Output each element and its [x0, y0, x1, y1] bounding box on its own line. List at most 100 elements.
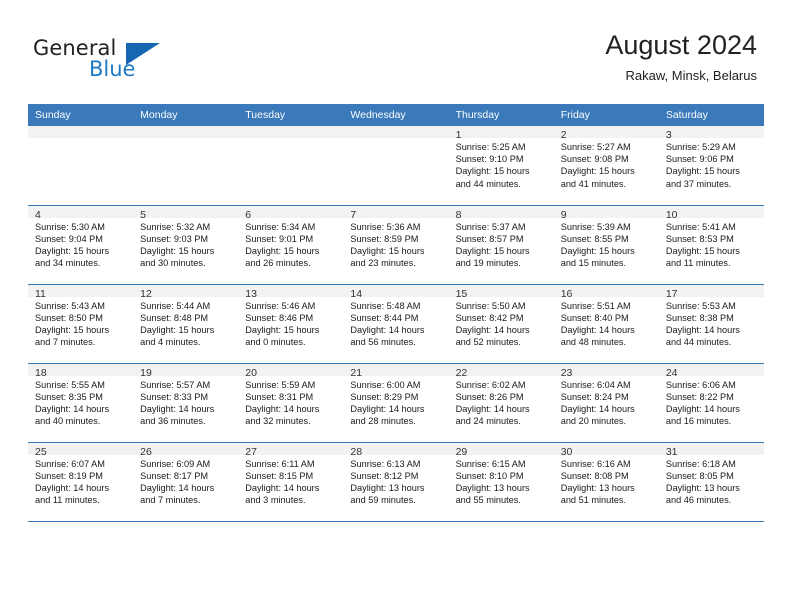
calendar-day-cell[interactable]: 1 Sunrise: 5:25 AM Sunset: 9:10 PM Daylight… — [448, 126, 554, 205]
sunset-text: Sunset: 8:50 PM — [35, 312, 103, 323]
sunrise-text: Sunrise: 5:50 AM — [455, 300, 526, 311]
day-detail: Sunrise: 6:09 AM Sunset: 8:17 PM Daylight:… — [133, 455, 238, 507]
sunrise-text: Sunrise: 5:51 AM — [560, 300, 631, 311]
day-detail: Sunrise: 5:37 AM Sunset: 8:57 PM Daylight:… — [449, 218, 554, 270]
calendar-day-cell[interactable]: 20 Sunrise: 5:59 AM Sunset: 8:31 PM Dayligh… — [238, 362, 344, 442]
day-detail: Sunrise: 5:53 AM Sunset: 8:38 PM Daylight:… — [659, 297, 764, 349]
sunrise-text: Sunrise: 6:13 AM — [350, 458, 421, 469]
sunset-text: Sunset: 8:55 PM — [560, 233, 629, 244]
calendar-day-cell[interactable]: 9 Sunrise: 5:39 AM Sunset: 8:55 PM Daylight… — [553, 204, 659, 284]
calendar-day-cell[interactable]: 25 Sunrise: 6:07 AM Sunset: 8:19 PM Dayligh… — [28, 441, 134, 522]
calendar-day-cell[interactable]: 16 Sunrise: 5:51 AM Sunset: 8:40 PM Dayligh… — [553, 283, 659, 363]
daylight-text-line2: and 7 minutes. — [140, 495, 201, 506]
daylight-text-line1: Daylight: 15 hours — [35, 324, 110, 335]
sunset-text: Sunset: 8:15 PM — [245, 470, 314, 481]
day-number — [28, 126, 134, 138]
daylight-text-line2: and 20 minutes. — [560, 416, 627, 427]
day-detail: Sunrise: 5:50 AM Sunset: 8:42 PM Daylight:… — [449, 297, 554, 349]
calendar-day-cell[interactable]: 3 Sunrise: 5:29 AM Sunset: 9:06 PM Daylight… — [658, 126, 764, 205]
day-number: 1 — [448, 126, 554, 141]
day-number: 26 — [133, 442, 239, 458]
sunrise-text: Sunrise: 5:32 AM — [140, 221, 211, 232]
calendar-day-cell[interactable]: 23 Sunrise: 6:04 AM Sunset: 8:24 PM Dayligh… — [553, 362, 659, 442]
calendar-day-cell[interactable]: 29 Sunrise: 6:15 AM Sunset: 8:10 PM Dayligh… — [448, 441, 554, 522]
day-number: 19 — [133, 363, 239, 379]
daylight-text-line2: and 28 minutes. — [350, 416, 416, 427]
calendar-day-cell[interactable]: 8 Sunrise: 5:37 AM Sunset: 8:57 PM Daylight… — [448, 204, 554, 284]
brand-logo[interactable]: General Blue — [33, 36, 233, 88]
weekday-header-monday: Monday — [133, 104, 239, 126]
calendar-day-cell[interactable]: 21 Sunrise: 6:00 AM Sunset: 8:29 PM Dayligh… — [343, 362, 449, 442]
daylight-text-line1: Daylight: 14 hours — [350, 324, 425, 335]
sunset-text: Sunset: 9:08 PM — [560, 154, 629, 165]
day-number — [343, 126, 449, 138]
daylight-text-line2: and 52 minutes. — [455, 337, 521, 348]
calendar-cell-empty — [133, 126, 239, 205]
weekday-header-wednesday: Wednesday — [343, 104, 449, 126]
day-number: 9 — [553, 205, 659, 221]
calendar-day-cell[interactable]: 13 Sunrise: 5:46 AM Sunset: 8:46 PM Dayligh… — [238, 283, 344, 363]
daylight-text-line1: Daylight: 14 hours — [350, 403, 425, 414]
calendar-day-cell[interactable]: 26 Sunrise: 6:09 AM Sunset: 8:17 PM Dayligh… — [133, 441, 239, 522]
daylight-text-line1: Daylight: 14 hours — [455, 403, 530, 414]
day-detail: Sunrise: 5:32 AM Sunset: 9:03 PM Daylight:… — [133, 218, 238, 270]
calendar-day-cell[interactable]: 27 Sunrise: 6:11 AM Sunset: 8:15 PM Dayligh… — [238, 441, 344, 522]
sunset-text: Sunset: 8:31 PM — [245, 391, 314, 402]
calendar-day-cell[interactable]: 10 Sunrise: 5:41 AM Sunset: 8:53 PM Dayligh… — [658, 204, 764, 284]
calendar-day-cell[interactable]: 22 Sunrise: 6:02 AM Sunset: 8:26 PM Dayligh… — [448, 362, 554, 442]
day-detail: Sunrise: 6:06 AM Sunset: 8:22 PM Daylight:… — [659, 376, 764, 428]
calendar-day-cell[interactable]: 7 Sunrise: 5:36 AM Sunset: 8:59 PM Daylight… — [343, 204, 449, 284]
weekday-header-tuesday: Tuesday — [238, 104, 344, 126]
day-number: 27 — [238, 442, 344, 458]
calendar-day-cell[interactable]: 24 Sunrise: 6:06 AM Sunset: 8:22 PM Dayligh… — [658, 362, 764, 442]
calendar-day-cell[interactable]: 18 Sunrise: 5:55 AM Sunset: 8:35 PM Dayligh… — [28, 362, 134, 442]
daylight-text-line2: and 30 minutes. — [140, 258, 206, 269]
daylight-text-line1: Daylight: 15 hours — [245, 245, 320, 256]
day-number: 30 — [553, 442, 659, 458]
weekday-header-saturday: Saturday — [658, 104, 764, 126]
sunrise-text: Sunrise: 5:48 AM — [350, 300, 421, 311]
daylight-text-line2: and 23 minutes. — [350, 258, 416, 269]
sunrise-text: Sunrise: 5:37 AM — [455, 221, 526, 232]
daylight-text-line2: and 51 minutes. — [560, 495, 627, 506]
day-number: 22 — [448, 363, 554, 379]
calendar-cell-empty — [343, 126, 449, 205]
day-number: 12 — [133, 284, 239, 300]
sunrise-text: Sunrise: 6:09 AM — [140, 458, 211, 469]
sunrise-text: Sunrise: 6:02 AM — [455, 379, 526, 390]
calendar-day-cell[interactable]: 14 Sunrise: 5:48 AM Sunset: 8:44 PM Dayligh… — [343, 283, 449, 363]
sunset-text: Sunset: 9:03 PM — [140, 233, 209, 244]
calendar-day-cell[interactable]: 12 Sunrise: 5:44 AM Sunset: 8:48 PM Dayligh… — [133, 283, 239, 363]
day-detail: Sunrise: 5:59 AM Sunset: 8:31 PM Daylight:… — [238, 376, 343, 428]
sunrise-text: Sunrise: 5:25 AM — [455, 142, 526, 152]
calendar-day-cell[interactable]: 30 Sunrise: 6:16 AM Sunset: 8:08 PM Dayligh… — [553, 441, 659, 522]
calendar-cell-empty — [238, 126, 344, 205]
calendar-day-cell[interactable]: 5 Sunrise: 5:32 AM Sunset: 9:03 PM Daylight… — [133, 204, 239, 284]
calendar-day-cell[interactable]: 4 Sunrise: 5:30 AM Sunset: 9:04 PM Daylight… — [28, 204, 134, 284]
calendar-week-row: 4 Sunrise: 5:30 AM Sunset: 9:04 PM Daylight… — [28, 204, 764, 284]
calendar-table: Sunday Monday Tuesday Wednesday Thursday… — [28, 104, 764, 522]
day-detail: Sunrise: 6:11 AM Sunset: 8:15 PM Daylight:… — [238, 455, 343, 507]
daylight-text-line1: Daylight: 14 hours — [665, 324, 740, 335]
calendar-day-cell[interactable]: 2 Sunrise: 5:27 AM Sunset: 9:08 PM Daylight… — [553, 126, 659, 205]
calendar-day-cell[interactable]: 15 Sunrise: 5:50 AM Sunset: 8:42 PM Dayligh… — [448, 283, 554, 363]
daylight-text-line1: Daylight: 14 hours — [665, 403, 740, 414]
calendar-day-cell[interactable]: 31 Sunrise: 6:18 AM Sunset: 8:05 PM Dayligh… — [658, 441, 764, 522]
sunrise-text: Sunrise: 6:18 AM — [665, 458, 736, 469]
sunrise-text: Sunrise: 5:43 AM — [35, 300, 105, 311]
calendar-day-cell[interactable]: 19 Sunrise: 5:57 AM Sunset: 8:33 PM Dayligh… — [133, 362, 239, 442]
calendar-day-cell[interactable]: 17 Sunrise: 5:53 AM Sunset: 8:38 PM Dayligh… — [658, 283, 764, 363]
daylight-text-line2: and 48 minutes. — [560, 337, 627, 348]
daylight-text-line1: Daylight: 14 hours — [140, 403, 215, 414]
day-detail: Sunrise: 5:30 AM Sunset: 9:04 PM Daylight:… — [28, 218, 133, 270]
calendar-day-cell[interactable]: 28 Sunrise: 6:13 AM Sunset: 8:12 PM Dayligh… — [343, 441, 449, 522]
day-number: 15 — [448, 284, 554, 300]
day-detail: Sunrise: 6:07 AM Sunset: 8:19 PM Daylight:… — [28, 455, 133, 507]
sunset-text: Sunset: 8:08 PM — [560, 470, 629, 481]
day-number: 13 — [238, 284, 344, 300]
calendar-day-cell[interactable]: 11 Sunrise: 5:43 AM Sunset: 8:50 PM Dayligh… — [28, 283, 134, 363]
daylight-text-line1: Daylight: 14 hours — [455, 324, 530, 335]
calendar-week-row: 18 Sunrise: 5:55 AM Sunset: 8:35 PM Dayligh… — [28, 362, 764, 442]
daylight-text-line2: and 36 minutes. — [140, 416, 206, 427]
calendar-day-cell[interactable]: 6 Sunrise: 5:34 AM Sunset: 9:01 PM Daylight… — [238, 204, 344, 284]
